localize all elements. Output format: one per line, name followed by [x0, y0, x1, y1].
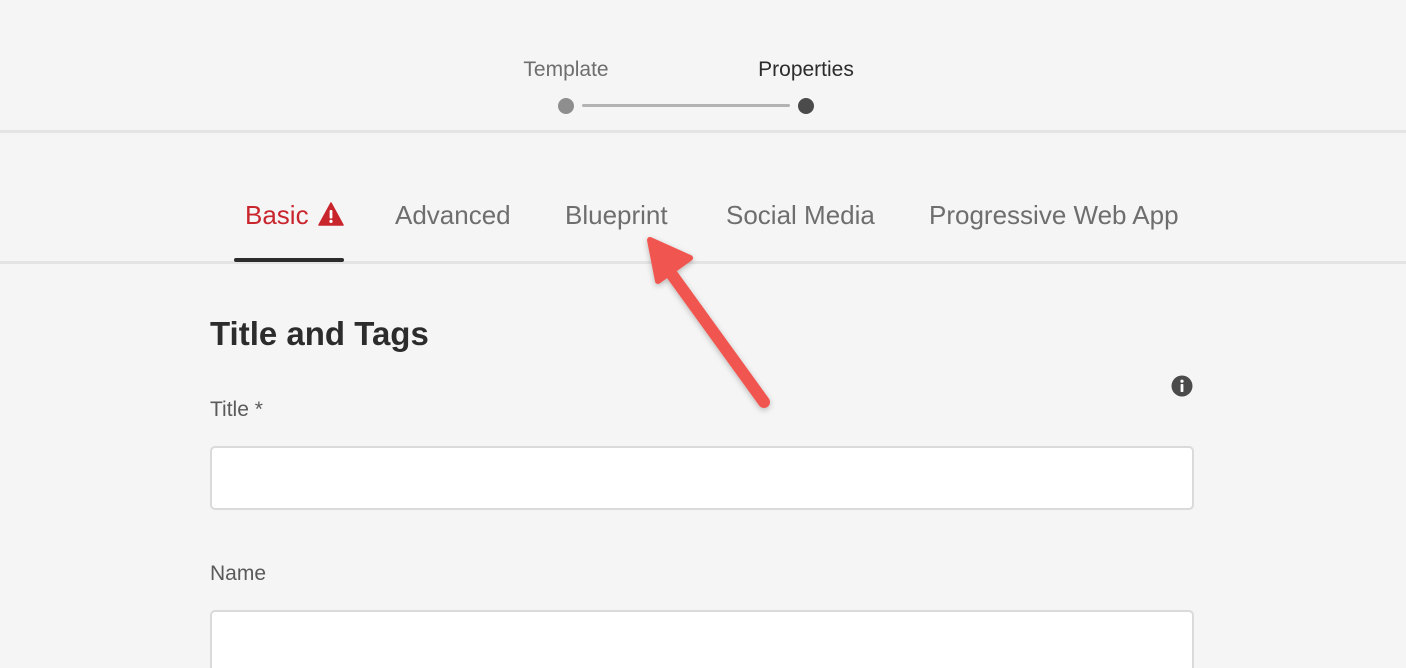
tab-basic-label: Basic	[245, 200, 309, 230]
step-connector	[582, 104, 790, 107]
active-tab-indicator	[234, 258, 344, 262]
site-creation-wizard: Template Properties Basic Advanced Bluep…	[0, 0, 1406, 668]
tab-social-media[interactable]: Social Media	[726, 198, 875, 260]
title-field-label: Title *	[210, 398, 263, 421]
wizard-stepper: Template Properties	[0, 0, 1406, 133]
step-dot-template[interactable]	[558, 98, 574, 114]
name-field-label: Name	[210, 562, 267, 585]
tab-progressive-web-app[interactable]: Progressive Web App	[929, 198, 1179, 260]
step-label-properties[interactable]: Properties	[758, 57, 854, 83]
tab-blueprint[interactable]: Blueprint	[565, 198, 668, 260]
section-title: Title and Tags	[210, 315, 429, 352]
info-icon[interactable]	[1171, 375, 1193, 397]
name-input[interactable]	[210, 610, 1194, 668]
tab-basic[interactable]: Basic	[234, 198, 344, 262]
tab-advanced[interactable]: Advanced	[395, 198, 511, 260]
step-label-template[interactable]: Template	[523, 57, 608, 83]
properties-tabs: Basic Advanced Blueprint Social Media Pr…	[0, 136, 1406, 264]
title-input[interactable]	[210, 446, 1194, 510]
warning-icon	[317, 202, 344, 226]
step-dot-properties[interactable]	[798, 98, 814, 114]
